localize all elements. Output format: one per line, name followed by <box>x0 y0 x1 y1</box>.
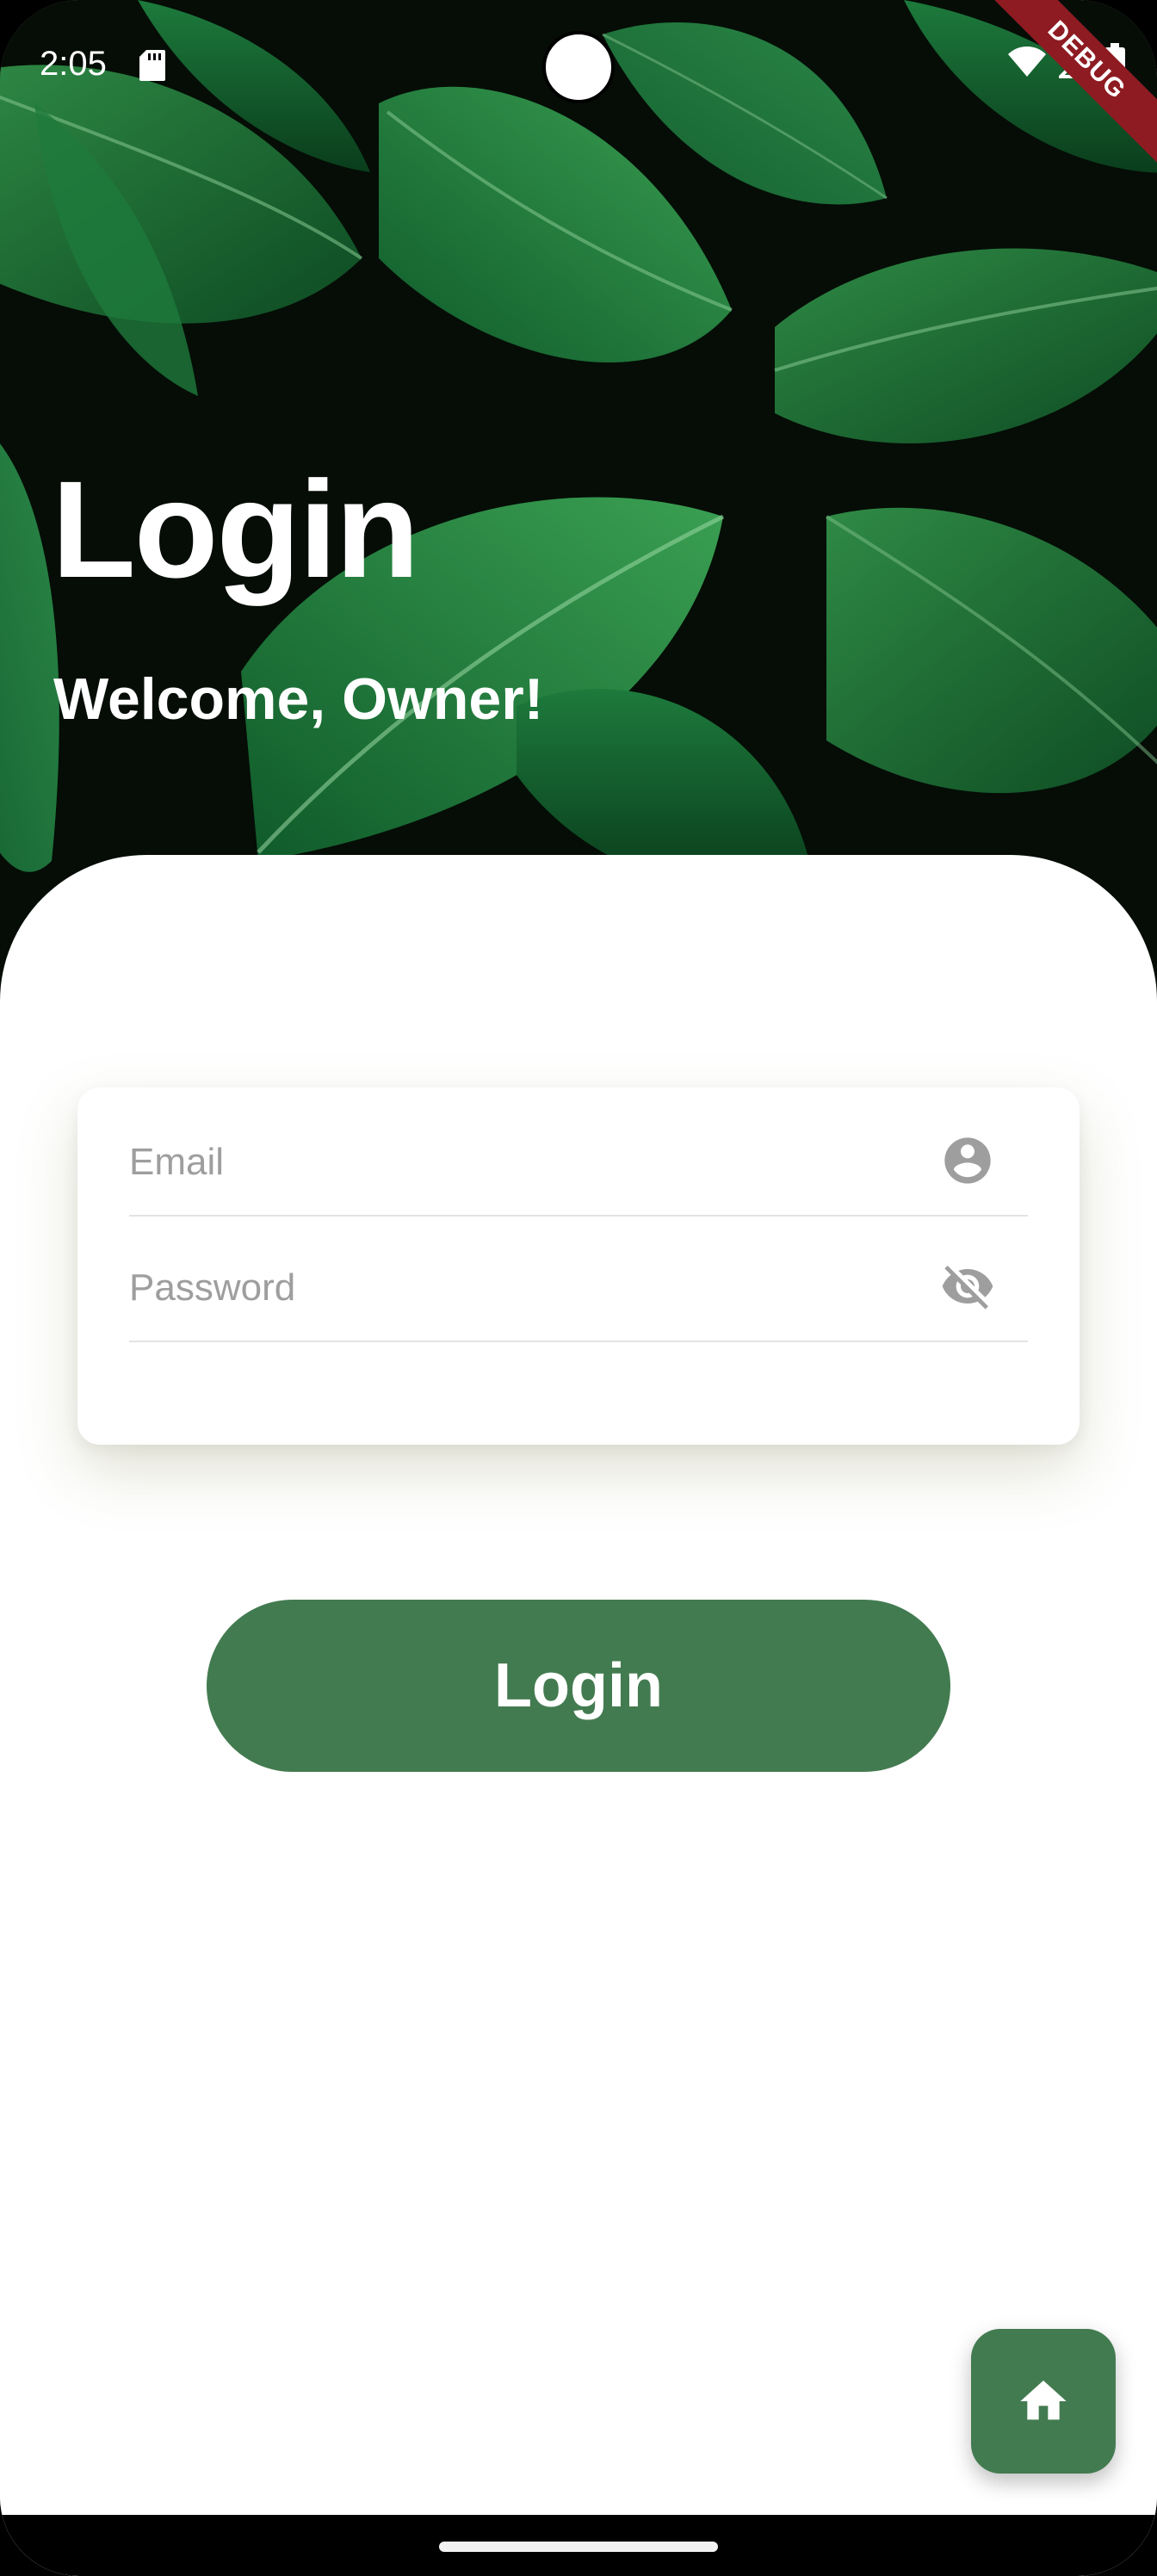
login-form-card <box>77 1087 1080 1445</box>
password-input[interactable] <box>129 1215 904 1341</box>
gesture-home-indicator[interactable] <box>439 2542 718 2552</box>
sd-card-icon <box>139 50 165 81</box>
visibility-off-icon[interactable] <box>940 1259 995 1314</box>
page-title: Login <box>52 452 419 606</box>
camera-cutout <box>542 31 615 103</box>
wifi-icon <box>1008 46 1046 77</box>
home-icon <box>1020 2381 1067 2420</box>
email-field-row <box>129 1089 1028 1217</box>
status-time: 2:05 <box>40 45 107 83</box>
email-input[interactable] <box>129 1089 904 1215</box>
account-circle-icon <box>944 1137 991 1184</box>
app-screen: 2:05 DEBUG Login Welcome, Owner! Email L… <box>0 0 1157 2576</box>
home-fab-button[interactable] <box>971 2329 1116 2474</box>
welcome-subtitle: Welcome, Owner! <box>53 666 544 732</box>
password-field-row <box>129 1215 1028 1342</box>
status-bar: 2:05 <box>0 0 1157 129</box>
login-button[interactable]: Login <box>207 1600 950 1772</box>
